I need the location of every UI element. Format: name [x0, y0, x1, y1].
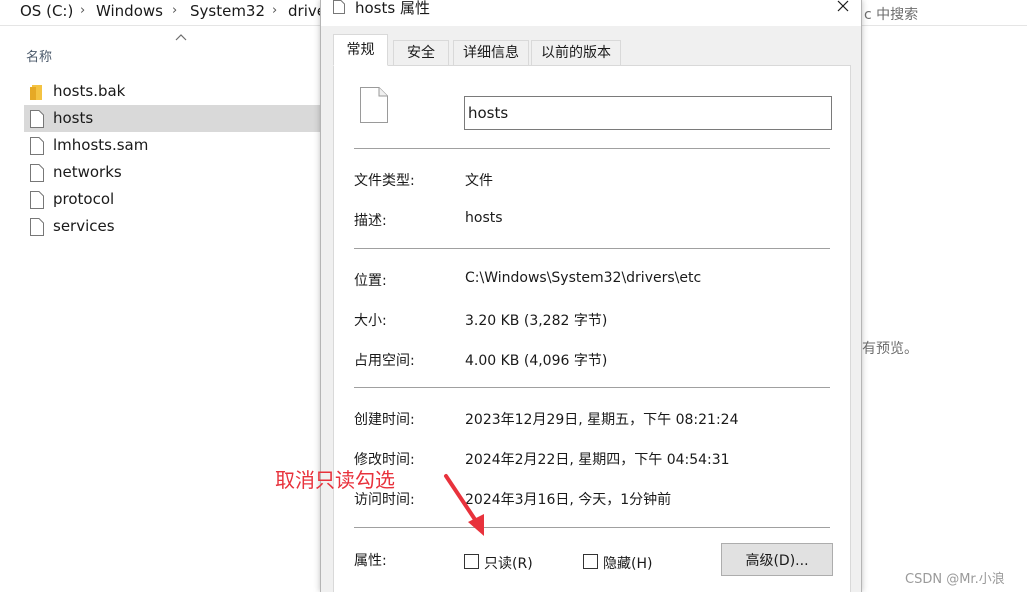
file-icon: [30, 137, 44, 155]
tab-general[interactable]: 常规: [333, 34, 388, 66]
divider: [354, 148, 830, 149]
column-header[interactable]: 名称: [0, 38, 330, 68]
annotation-text: 取消只读勾选: [275, 468, 395, 492]
file-icon: [30, 218, 44, 236]
file-icon: [30, 191, 44, 209]
location-label: 位置:: [354, 273, 387, 289]
tab-previous-versions[interactable]: 以前的版本: [531, 40, 621, 66]
disk-size-value: 4.00 KB (4,096 字节): [465, 353, 608, 369]
hidden-label[interactable]: 隐藏(H): [603, 553, 652, 573]
dialog-title: hosts 属性: [355, 0, 430, 17]
readonly-checkbox[interactable]: [464, 554, 479, 569]
modified-value: 2024年2月22日, 星期四，下午 04:54:31: [465, 452, 730, 468]
search-placeholder: c 中搜索: [864, 7, 919, 23]
close-button[interactable]: [823, 0, 861, 20]
dialog-titlebar[interactable]: hosts 属性: [321, 0, 861, 26]
file-name: protocol: [53, 190, 115, 208]
file-icon: [30, 110, 44, 128]
size-label: 大小:: [354, 313, 387, 329]
hidden-checkbox[interactable]: [583, 554, 598, 569]
attributes-label: 属性:: [354, 553, 387, 569]
chevron-right-icon: ›: [172, 3, 178, 18]
divider: [354, 248, 830, 249]
breadcrumb-system32[interactable]: System32: [190, 2, 265, 20]
divider: [354, 387, 830, 388]
type-label: 文件类型:: [354, 173, 415, 189]
list-item[interactable]: protocol: [24, 186, 320, 213]
readonly-label[interactable]: 只读(R): [484, 553, 533, 573]
search-box[interactable]: c 中搜索: [858, 0, 1027, 26]
filename-input[interactable]: [464, 96, 832, 130]
location-value: C:\Windows\System32\drivers\etc: [465, 270, 702, 286]
file-icon: [360, 87, 388, 123]
size-value: 3.20 KB (3,282 字节): [465, 313, 608, 329]
created-value: 2023年12月29日, 星期五，下午 08:21:24: [465, 412, 739, 428]
breadcrumb-windows[interactable]: Windows: [96, 2, 163, 20]
list-item[interactable]: networks: [24, 159, 320, 186]
list-item[interactable]: hosts: [24, 105, 320, 132]
description-value: hosts: [465, 210, 503, 226]
file-name: lmhosts.sam: [53, 136, 149, 154]
list-item[interactable]: lmhosts.sam: [24, 132, 320, 159]
created-label: 创建时间:: [354, 412, 415, 428]
watermark: CSDN @Mr.小浪: [905, 572, 1005, 587]
arrow-down-icon: [444, 474, 484, 536]
file-icon: [333, 0, 345, 14]
file-icon: [30, 164, 44, 182]
general-panel: 文件类型: 文件 描述: hosts 位置: C:\Windows\System…: [333, 65, 851, 592]
chevron-right-icon: ›: [272, 3, 278, 18]
properties-dialog: hosts 属性 常规 安全 详细信息 以前的版本 文件类型: 文件 描述: h…: [320, 0, 862, 592]
preview-pane-text: 有预览。: [862, 341, 918, 357]
advanced-button[interactable]: 高级(D)...: [721, 543, 833, 576]
column-name-label: 名称: [26, 50, 53, 65]
list-item[interactable]: hosts.bak: [24, 78, 320, 105]
type-value: 文件: [465, 173, 493, 189]
breadcrumb-os-c[interactable]: OS (C:): [20, 2, 73, 20]
sort-up-icon: [175, 34, 187, 41]
file-name: hosts: [53, 109, 94, 127]
divider: [354, 527, 830, 528]
description-label: 描述:: [354, 213, 387, 229]
chevron-right-icon: ›: [80, 3, 86, 18]
file-name: services: [53, 217, 115, 235]
list-item[interactable]: services: [24, 213, 320, 240]
file-name: hosts.bak: [53, 82, 126, 100]
disk-size-label: 占用空间:: [354, 353, 415, 369]
close-icon: [837, 0, 849, 12]
tab-details[interactable]: 详细信息: [453, 40, 529, 66]
tab-security[interactable]: 安全: [393, 40, 449, 66]
folder-icon: [30, 85, 42, 100]
file-name: networks: [53, 163, 122, 181]
